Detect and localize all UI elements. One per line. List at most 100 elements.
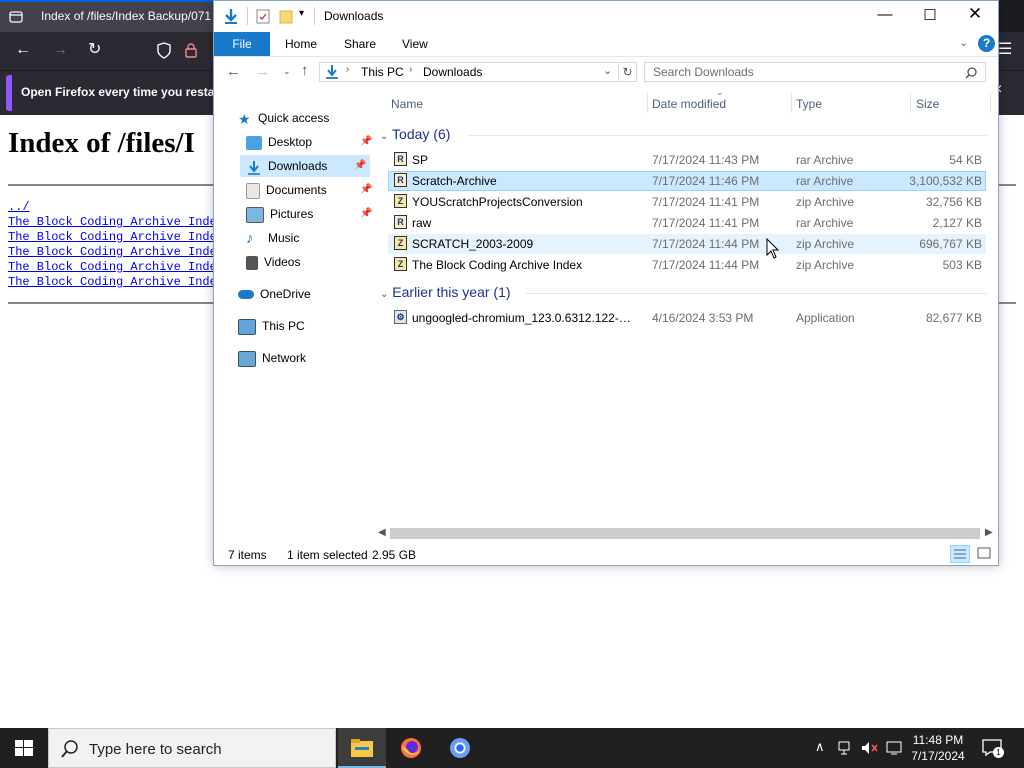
minimize-icon[interactable]: — [870,6,900,23]
file-size: 54 KB [949,153,982,167]
search-input[interactable]: Search Downloads [644,62,986,82]
action-center-button[interactable]: 1 [982,738,1004,758]
address-dropdown-icon[interactable]: ⌄ [603,64,612,77]
taskbar: Type here to search ∧ 11:48 PM 7/17/2024… [0,728,1024,768]
file-row[interactable]: Z The Block Coding Archive Index 7/17/20… [388,255,986,275]
lock-insecure-icon[interactable] [184,42,198,60]
back-arrow-icon[interactable]: ← [15,42,31,58]
nav-videos[interactable]: Videos [246,251,300,273]
column-header-date[interactable]: Date modified [652,97,726,111]
quick-access-toolbar-dropdown-icon[interactable]: ▾ [299,8,304,19]
file-name: SP [412,153,429,167]
tab-file[interactable]: File [214,32,270,56]
chevron-right-icon[interactable]: › [409,64,412,75]
breadcrumb-downloads[interactable]: Downloads [423,65,482,79]
pin-icon[interactable]: 📌 [360,203,372,225]
nav-music[interactable]: ♪ Music [246,227,299,249]
collapse-chevron-icon[interactable]: ⌄ [380,131,388,142]
reload-icon[interactable]: ↻ [88,42,101,58]
search-icon[interactable] [965,67,977,79]
nav-this-pc[interactable]: This PC [238,315,305,337]
tab-view[interactable]: View [402,37,428,51]
column-separator[interactable] [990,93,991,113]
details-view-icon[interactable] [950,545,970,563]
recent-locations-chevron-icon[interactable]: ⌄ [283,66,291,77]
file-row-hovered[interactable]: Z SCRATCH_2003-2009 7/17/2024 11:44 PM z… [388,234,986,254]
new-folder-icon[interactable] [279,9,293,24]
maximize-icon[interactable]: ☐ [915,6,945,24]
file-row[interactable]: Z YOUScratchProjectsConversion 7/17/2024… [388,192,986,212]
nav-label: Videos [264,255,301,269]
nav-documents[interactable]: Documents 📌 [244,179,372,201]
chevron-right-icon[interactable]: › [346,64,349,75]
tab-share[interactable]: Share [344,37,376,51]
archive-link[interactable]: The Block Coding Archive Inde [8,260,217,274]
show-hidden-icons-chevron-icon[interactable]: ∧ [815,739,825,755]
nav-onedrive[interactable]: OneDrive [238,283,311,305]
address-bar[interactable]: › This PC › Downloads ⌄ [319,62,619,82]
desktop-icon [246,135,262,150]
tab-home[interactable]: Home [285,37,317,51]
tab-list-icon[interactable] [9,10,23,24]
archive-link[interactable]: The Block Coding Archive Inde [8,215,217,229]
nav-label: Music [268,231,300,245]
volume-muted-icon[interactable] [861,741,879,755]
file-name: ungoogled-chromium_123.0.6312.122-1.... [412,311,637,325]
parent-directory-link[interactable]: ../ [8,200,30,214]
up-arrow-icon[interactable]: ↑ [301,62,309,79]
ribbon-expand-chevron-icon[interactable]: ⌄ [959,36,968,49]
pin-icon[interactable]: 📌 [360,179,372,201]
scroll-right-icon[interactable]: ▶ [985,527,993,538]
download-arrow-icon [246,160,262,175]
nav-network[interactable]: Network [238,347,306,369]
file-row[interactable]: ⚙ ungoogled-chromium_123.0.6312.122-1...… [388,308,986,328]
column-header-name[interactable]: Name [391,97,423,111]
group-header-today[interactable]: ⌄ Today (6) [380,126,450,142]
chromium-icon [450,738,470,758]
taskbar-search-placeholder: Type here to search [89,741,222,758]
network-tray-icon[interactable] [838,741,854,755]
archive-link[interactable]: The Block Coding Archive Inde [8,275,217,289]
close-icon[interactable]: ✕ [960,4,990,24]
column-separator[interactable] [791,93,792,113]
file-row-selected[interactable]: R Scratch-Archive 7/17/2024 11:46 PM rar… [388,171,986,191]
column-header-size[interactable]: Size [916,97,939,111]
firefox-tab[interactable]: Index of /files/Index Backup/071 [0,0,213,32]
nav-quick-access[interactable]: ★ Quick access [238,107,329,129]
hamburger-menu-icon[interactable]: ☰ [998,42,1012,58]
file-size: 696,767 KB [919,237,982,251]
file-row[interactable]: R SP 7/17/2024 11:43 PM rar Archive 54 K… [388,150,986,170]
back-arrow-icon[interactable]: ← [226,63,241,80]
pin-icon[interactable]: 📌 [354,155,366,177]
taskbar-chromium[interactable] [436,728,484,768]
forward-arrow-icon[interactable]: → [255,63,270,80]
windows-start-icon[interactable] [15,740,33,757]
group-header-earlier[interactable]: ⌄ Earlier this year (1) [380,284,511,300]
scroll-left-icon[interactable]: ◀ [378,527,386,538]
collapse-chevron-icon[interactable]: ⌄ [380,289,388,300]
status-selection: 1 item selected [287,548,368,562]
nav-downloads[interactable]: Downloads 📌 [240,155,370,177]
column-header-type[interactable]: Type [796,97,822,111]
column-separator[interactable] [647,93,648,113]
properties-icon[interactable] [256,9,270,24]
horizontal-scrollbar[interactable]: ◀ ▶ [374,525,998,542]
breadcrumb-this-pc[interactable]: This PC [361,65,404,79]
large-icons-view-icon[interactable] [975,545,993,563]
archive-link[interactable]: The Block Coding Archive Inde [8,230,217,244]
taskbar-search-box[interactable]: Type here to search [48,728,336,768]
file-row[interactable]: R raw 7/17/2024 11:41 PM rar Archive 2,1… [388,213,986,233]
archive-link[interactable]: The Block Coding Archive Inde [8,245,217,259]
taskbar-file-explorer[interactable] [338,728,386,768]
help-icon[interactable]: ? [978,35,995,52]
taskbar-clock[interactable]: 11:48 PM 7/17/2024 [900,732,976,764]
nav-pictures[interactable]: Pictures 📌 [244,203,372,225]
taskbar-firefox[interactable] [387,728,435,768]
forward-arrow-icon[interactable]: → [52,42,68,58]
shield-icon[interactable] [156,42,172,60]
column-separator[interactable] [910,93,911,113]
refresh-icon[interactable]: ↻ [619,62,637,82]
nav-desktop[interactable]: Desktop 📌 [244,131,372,153]
pin-icon[interactable]: 📌 [360,131,372,153]
scrollbar-thumb[interactable] [390,528,980,539]
